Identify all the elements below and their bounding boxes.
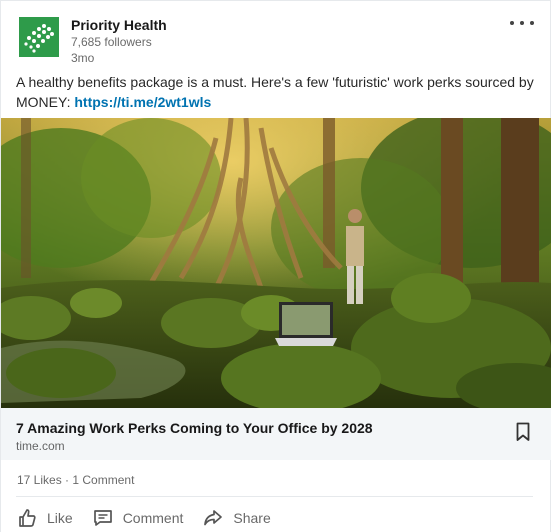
article-source: time.com	[16, 439, 65, 453]
share-button[interactable]: Share	[201, 506, 271, 530]
feed-post-card: Priority Health 7,685 followers 3mo A he…	[0, 0, 551, 532]
social-counts: 17 Likes · 1 Comment	[17, 473, 134, 487]
share-arrow-icon	[204, 510, 223, 526]
dot-icon	[530, 21, 534, 25]
comment-button[interactable]: Comment	[91, 506, 184, 530]
like-button[interactable]: Like	[15, 506, 73, 530]
dot-icon	[510, 21, 514, 25]
separator: ·	[61, 473, 73, 487]
share-label: Share	[233, 510, 271, 526]
post-text: A healthy benefits package is a must. He…	[16, 72, 536, 112]
article-link-bar[interactable]: 7 Amazing Work Perks Coming to Your Offi…	[1, 408, 551, 460]
dot-icon	[520, 21, 524, 25]
article-title[interactable]: 7 Amazing Work Perks Coming to Your Offi…	[16, 420, 373, 436]
like-label: Like	[47, 510, 73, 526]
social-actions: Like Comment Share	[15, 506, 289, 530]
post-link[interactable]: https://ti.me/2wt1wls	[74, 94, 211, 110]
company-meta: Priority Health 7,685 followers 3mo	[71, 16, 167, 66]
comment-icon	[93, 510, 112, 526]
company-name[interactable]: Priority Health	[71, 16, 167, 34]
thumbs-up-icon	[19, 509, 36, 527]
bookmark-icon[interactable]	[516, 422, 530, 447]
comment-label: Comment	[122, 510, 184, 526]
comments-count[interactable]: 1 Comment	[72, 473, 134, 487]
forest-photo	[1, 118, 551, 408]
company-logo-mark	[24, 24, 54, 53]
likes-count[interactable]: 17 Likes	[17, 473, 62, 487]
post-timestamp: 3mo	[71, 51, 95, 65]
post-header: Priority Health 7,685 followers 3mo	[19, 17, 167, 66]
more-options-button[interactable]	[510, 15, 534, 31]
followers-count: 7,685 followers	[71, 35, 152, 49]
divider	[16, 496, 533, 497]
article-image[interactable]	[1, 118, 551, 408]
company-logo[interactable]	[19, 17, 59, 57]
